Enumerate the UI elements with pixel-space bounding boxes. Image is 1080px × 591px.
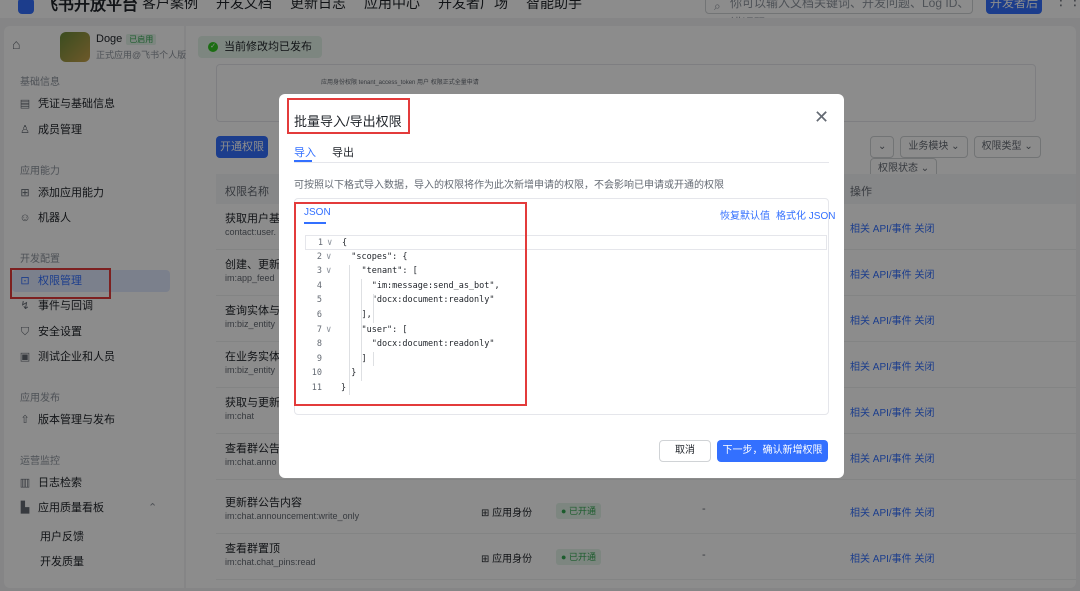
format-json-button[interactable]: 格式化 JSON [776,211,835,222]
active-tab-indicator [294,160,312,162]
dialog-tabs: 导入 导出 [294,142,829,163]
import-hint: 可按照以下格式导入数据，导入的权限将作为此次新增申请的权限，不会影响已申请或开通… [294,180,724,191]
cancel-button[interactable]: 取消 [659,440,711,462]
editor-actions: 恢复默认值 格式化 JSON [714,207,835,222]
next-confirm-button[interactable]: 下一步，确认新增权限 [717,440,828,462]
tab-import[interactable]: 导入 [294,144,316,160]
import-export-dialog: 批量导入/导出权限 ✕ 导入 导出 可按照以下格式导入数据，导入的权限将作为此次… [279,94,844,478]
reset-default-button[interactable]: 恢复默认值 [720,211,770,222]
close-icon[interactable]: ✕ [814,108,829,126]
tab-export[interactable]: 导出 [332,144,354,160]
highlight-box-title [287,98,410,134]
highlight-box-code [294,202,527,406]
